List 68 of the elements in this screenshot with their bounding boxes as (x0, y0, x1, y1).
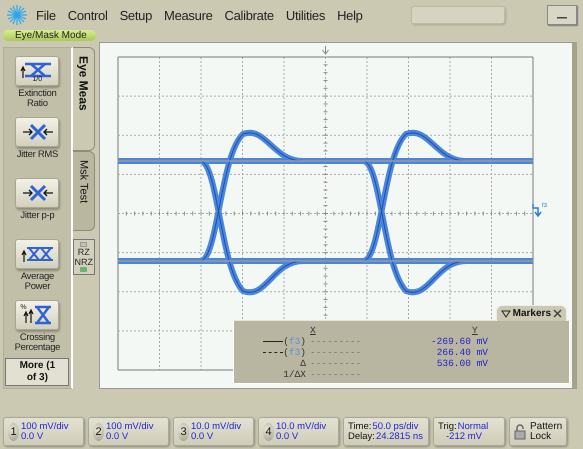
row-label: 1/ΔX (283, 369, 306, 380)
delay-label: Delay: (348, 432, 375, 442)
x-value: --------- (309, 358, 362, 369)
menu-item[interactable]: File (36, 8, 56, 22)
channel-offset: 0.0 V (191, 432, 214, 442)
measurement-label: Jitter RMS (16, 150, 58, 160)
measurement-label: Crossing Percentage (14, 333, 62, 353)
y-value: -269.60 mV (430, 336, 489, 347)
pattern-mode-label: RZ (78, 247, 90, 257)
close-icon[interactable] (553, 309, 562, 318)
menu-item[interactable]: Measure (164, 8, 213, 22)
starburst-logo-icon (6, 4, 28, 26)
padlock-icon (514, 424, 526, 440)
mode-label: Eye/Mask Mode (3, 30, 96, 41)
menu-item[interactable]: Calibrate (224, 8, 274, 22)
delay-value: 24.2815 ns (376, 432, 423, 442)
side-tab[interactable]: Eye Meas (72, 47, 95, 151)
timebase-button[interactable]: Time:50.0 ps/div Delay:24.2815 ns (343, 417, 429, 446)
minimize-icon (557, 15, 567, 19)
x-value: --------- (309, 336, 362, 347)
trigger-button[interactable]: Trig:Normal -212 mV (433, 417, 505, 446)
measurement-button[interactable] (15, 117, 60, 147)
channel-number: 1 (8, 422, 19, 440)
marker-source: (f3) (283, 347, 306, 358)
measurement-label: Average Power (20, 272, 55, 292)
minimize-button[interactable] (547, 5, 577, 25)
x-value: --------- (309, 347, 362, 358)
measurement-button[interactable] (15, 178, 60, 208)
markers-title: Markers (512, 308, 551, 319)
column-header: Y (471, 325, 479, 336)
trigger-level: -212 mV (446, 432, 482, 442)
timebase-label: Time: (348, 422, 372, 432)
marker-arrow-icon (532, 203, 542, 217)
menu-item[interactable]: Utilities (286, 8, 326, 22)
channel-scale: 100 mV/div (21, 422, 69, 432)
column-header: X (309, 325, 317, 336)
y-value: 536.00 mV (436, 358, 489, 369)
channel-number: 2 (93, 422, 104, 440)
trigger-mode: Normal (458, 422, 488, 432)
channel-offset: 0.0 V (106, 432, 128, 442)
marker-line-icon (263, 352, 284, 353)
timebase-value: 50.0 ps/div (372, 422, 418, 432)
menu-item[interactable]: Setup (120, 8, 152, 22)
pattern-toggle[interactable]: RZ NRZ (72, 239, 95, 275)
side-tab[interactable]: Msk Test (72, 151, 95, 231)
measurement-label: Jitter p-p (20, 211, 54, 221)
trigger-label: Trig: (438, 422, 457, 432)
markers-tab[interactable]: Markers (496, 305, 567, 321)
measurement-label: Extinction Ratio (17, 89, 58, 109)
marker-line-icon (263, 341, 284, 342)
menu-item[interactable]: Control (68, 8, 108, 22)
channel-scale: 10.0 mV/div (276, 422, 326, 432)
x-value: --------- (309, 369, 362, 380)
pattern-mode-label: NRZ (74, 257, 93, 267)
trigger-arrow-icon (322, 46, 329, 55)
row-label: Δ (300, 358, 306, 369)
more-button[interactable]: More (1 of 3) (5, 358, 70, 386)
channel-scale: 10.0 mV/div (191, 422, 242, 432)
channel-scale: 100 mV/div (106, 422, 154, 432)
channel-offset: 0.0 V (276, 432, 298, 442)
channel-number: 3 (178, 422, 189, 440)
pattern-lock-button[interactable]: Pattern Lock (509, 417, 567, 446)
collapse-triangle-icon (500, 310, 511, 318)
menu-item[interactable]: Help (337, 8, 363, 22)
channel-offset: 0.0 V (21, 432, 44, 442)
channel-number: 4 (263, 422, 274, 440)
marker-source: (f3) (283, 336, 306, 347)
y-value: 266.40 mV (436, 347, 489, 358)
